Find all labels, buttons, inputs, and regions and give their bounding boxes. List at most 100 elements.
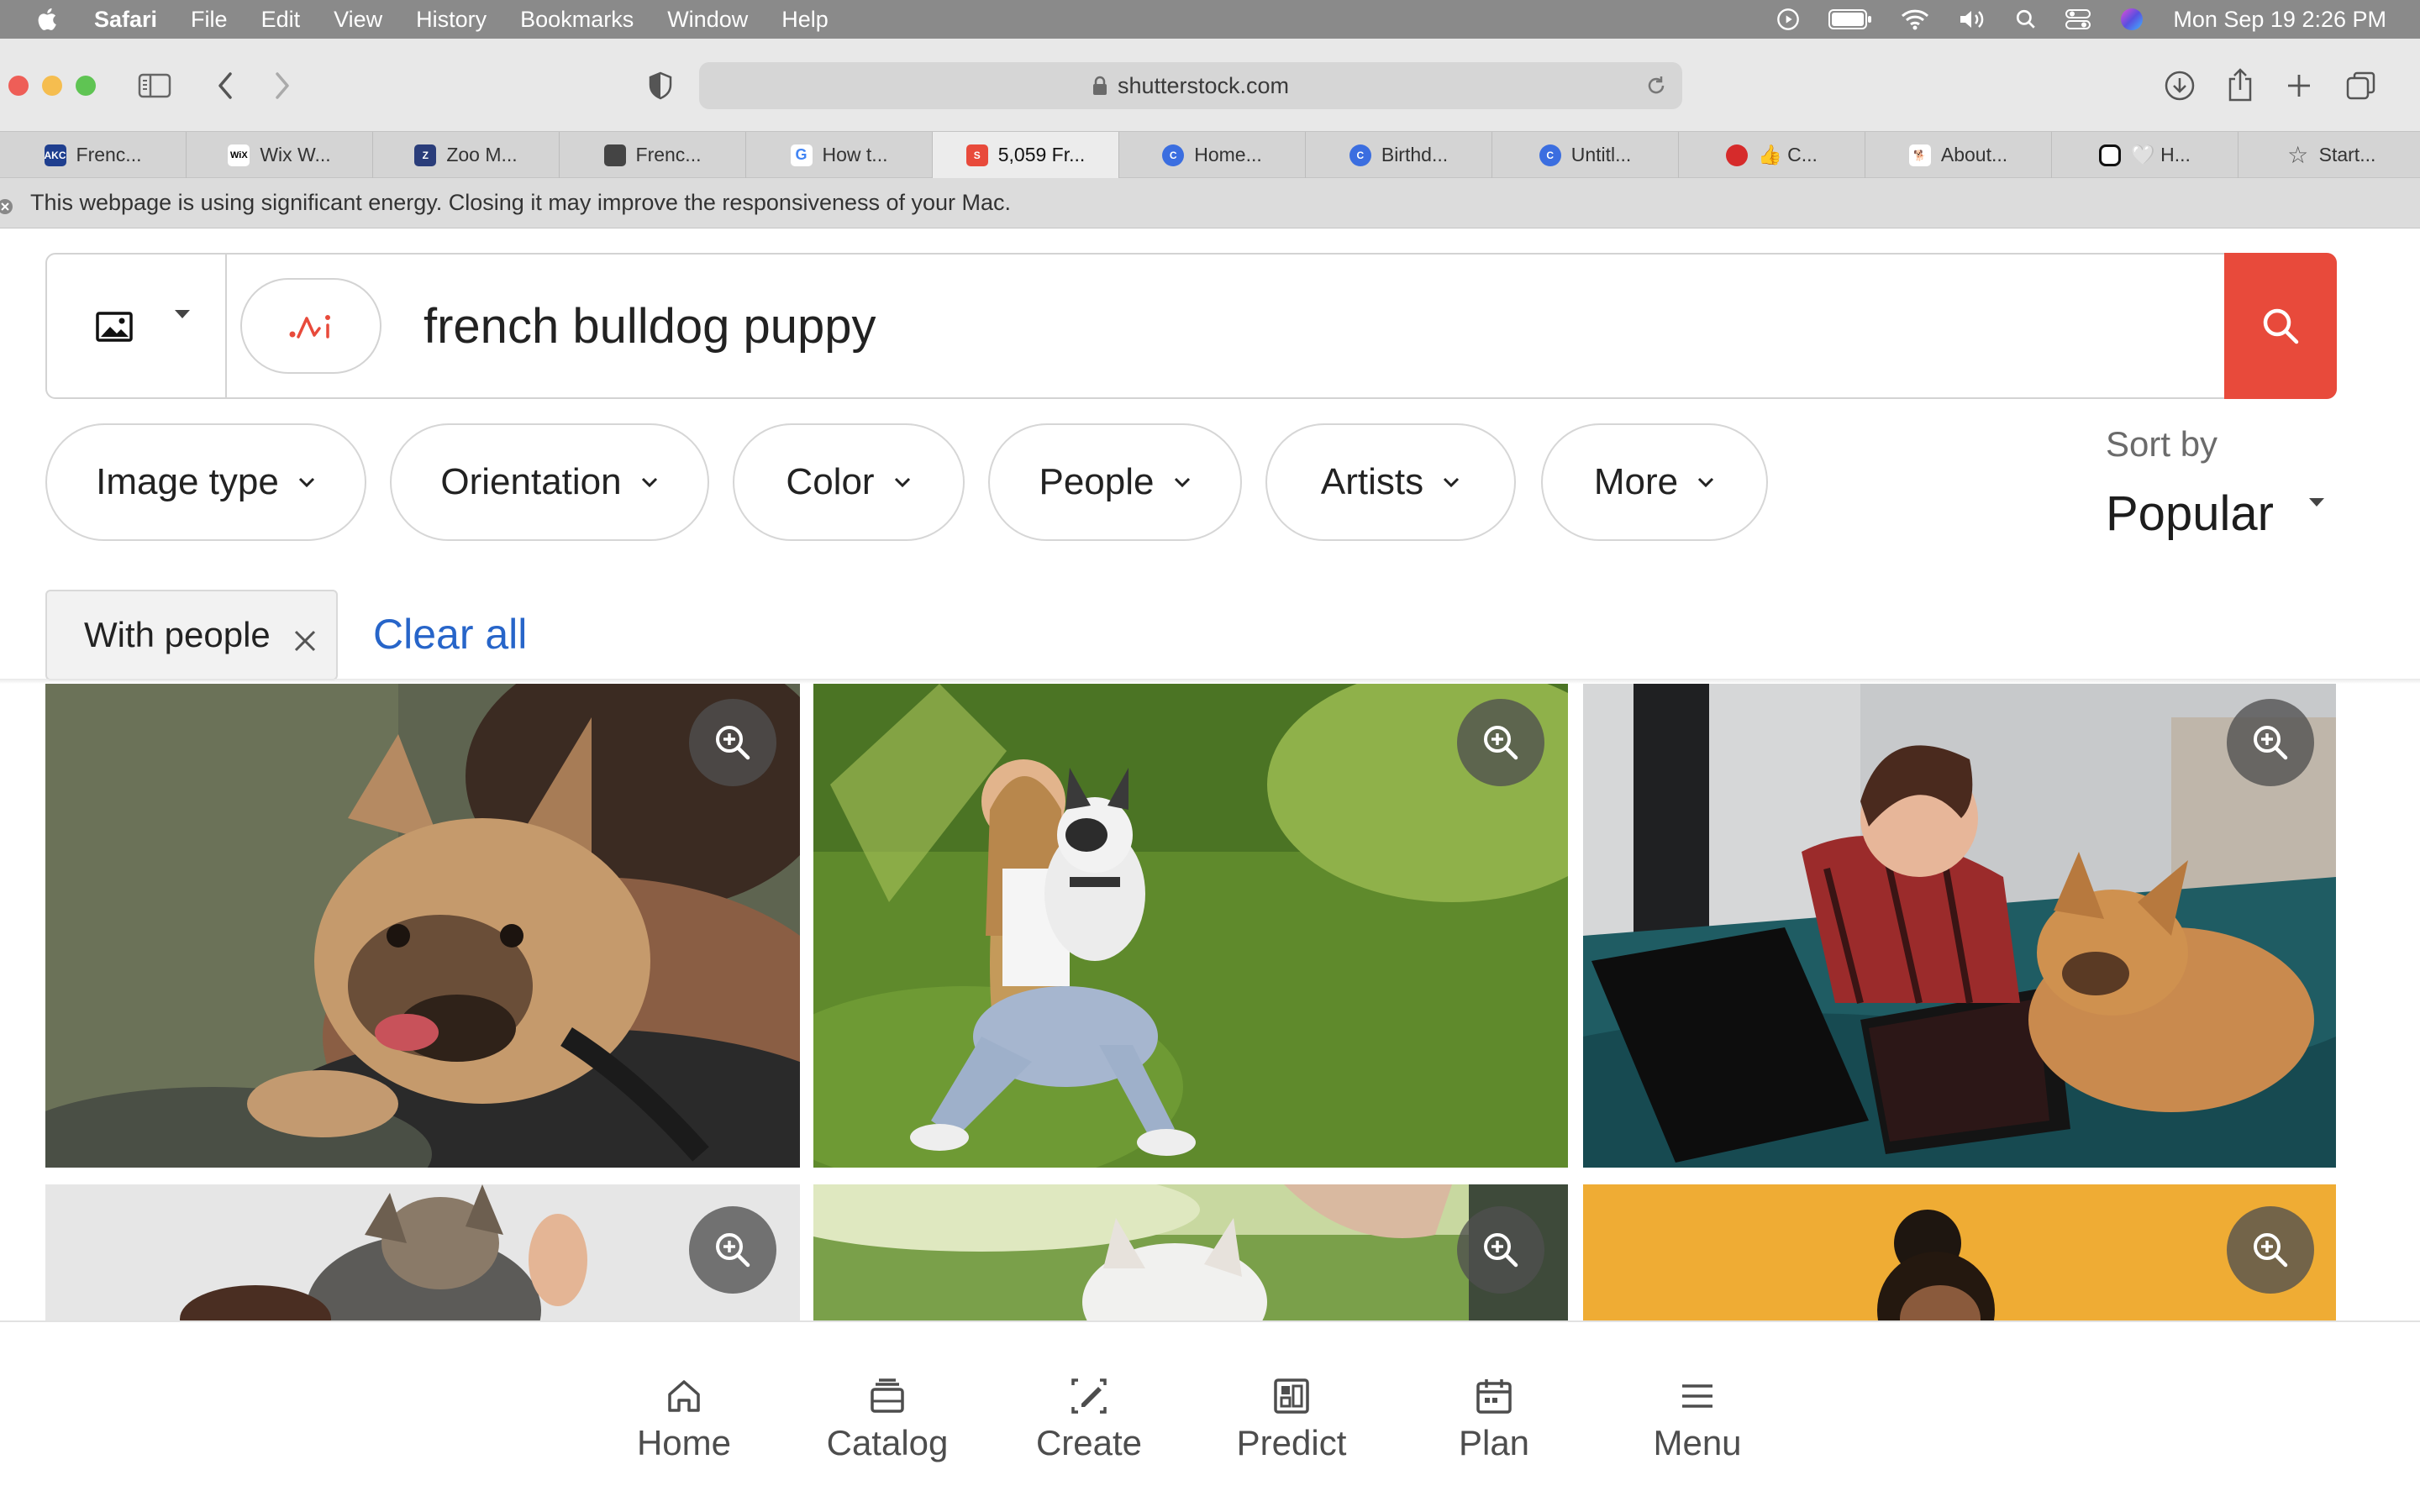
- browser-tab[interactable]: G How t...: [746, 132, 933, 178]
- pin-favicon-icon: [1726, 144, 1749, 166]
- battery-icon[interactable]: [1828, 8, 1872, 30]
- home-icon: [666, 1373, 702, 1420]
- browser-tab[interactable]: C Birthd...: [1306, 132, 1492, 178]
- play-icon[interactable]: [1776, 8, 1800, 31]
- browser-tab[interactable]: 🐕 About...: [1865, 132, 2052, 178]
- share-icon: [2228, 68, 2252, 102]
- chevron-down-icon: [1697, 476, 1715, 488]
- menu-app-name[interactable]: Safari: [94, 7, 157, 33]
- caret-down-icon[interactable]: [2307, 496, 2326, 512]
- search-type-dropdown[interactable]: [47, 255, 227, 397]
- sort-by-label: Sort by: [2106, 424, 2218, 464]
- bottom-navigation: Home Catalog Create Predict Plan Menu: [0, 1320, 2420, 1512]
- photo-woman-dog-grey: [45, 1184, 800, 1320]
- downloads-button[interactable]: [2161, 67, 2198, 104]
- browser-tab-active[interactable]: S 5,059 Fr...: [933, 132, 1119, 178]
- chevron-down-icon: [1173, 476, 1192, 488]
- control-center-icon[interactable]: [2065, 8, 2091, 30]
- nav-predict[interactable]: Predict: [1207, 1373, 1376, 1463]
- tabs-overview-icon: [2346, 71, 2375, 100]
- menu-view[interactable]: View: [334, 7, 382, 33]
- share-button[interactable]: [2222, 66, 2259, 104]
- image-icon: [96, 312, 133, 346]
- active-filter-chip[interactable]: With people: [45, 590, 338, 680]
- filter-color[interactable]: Color: [733, 423, 965, 541]
- search-button[interactable]: [2224, 253, 2337, 399]
- browser-tab[interactable]: Z Zoo M...: [373, 132, 560, 178]
- filter-people[interactable]: People: [988, 423, 1242, 541]
- siri-icon[interactable]: [2119, 7, 2144, 32]
- star-favicon-icon: ☆: [2287, 142, 2309, 168]
- close-banner-icon[interactable]: [0, 195, 13, 221]
- zoom-in-icon: [716, 726, 750, 760]
- menu-clock[interactable]: Mon Sep 19 2:26 PM: [2173, 7, 2386, 33]
- shield-icon: [649, 71, 672, 100]
- window-zoom-button[interactable]: [76, 76, 96, 96]
- filter-orientation[interactable]: Orientation: [390, 423, 709, 541]
- photo-woman-laptop-bulldog: [1583, 684, 2336, 1168]
- image-result[interactable]: [1583, 684, 2336, 1168]
- browser-tab[interactable]: 👍 C...: [1679, 132, 1865, 178]
- image-result[interactable]: [813, 684, 1568, 1168]
- nav-catalog[interactable]: Catalog: [803, 1373, 971, 1463]
- search-icon: [2263, 308, 2299, 344]
- zoom-button[interactable]: [1457, 1206, 1544, 1294]
- menu-edit[interactable]: Edit: [261, 7, 301, 33]
- wifi-icon[interactable]: [1901, 8, 1929, 30]
- new-tab-button[interactable]: [2282, 69, 2316, 102]
- back-button[interactable]: [210, 69, 240, 102]
- nav-plan[interactable]: Plan: [1410, 1373, 1578, 1463]
- remove-filter-icon[interactable]: [292, 622, 318, 662]
- reload-icon[interactable]: [1645, 74, 1667, 103]
- privacy-report-button[interactable]: [645, 69, 676, 102]
- spotlight-icon[interactable]: [2015, 8, 2037, 30]
- menu-help[interactable]: Help: [781, 7, 829, 33]
- search-box: french bulldog puppy: [45, 253, 2337, 399]
- instagram-favicon-icon: [2099, 144, 2122, 166]
- apple-logo-icon[interactable]: [34, 5, 62, 34]
- macos-menu-bar: Safari File Edit View History Bookmarks …: [0, 0, 2420, 39]
- nav-menu[interactable]: Menu: [1613, 1373, 1781, 1463]
- catalog-icon: [869, 1373, 906, 1420]
- tab-overview-button[interactable]: [2343, 67, 2380, 104]
- image-result[interactable]: [45, 684, 800, 1168]
- filter-artists[interactable]: Artists: [1265, 423, 1516, 541]
- menu-file[interactable]: File: [191, 7, 228, 33]
- window-close-button[interactable]: [8, 76, 29, 96]
- nav-home[interactable]: Home: [600, 1373, 768, 1463]
- address-bar[interactable]: shutterstock.com: [699, 62, 1682, 109]
- image-result[interactable]: [1583, 1184, 2336, 1320]
- volume-icon[interactable]: [1958, 8, 1986, 31]
- zoom-button[interactable]: [689, 1206, 776, 1294]
- zoom-button[interactable]: [2227, 1206, 2314, 1294]
- menu-history[interactable]: History: [416, 7, 487, 33]
- browser-tab[interactable]: WiX Wix W...: [187, 132, 373, 178]
- nav-create[interactable]: Create: [1005, 1373, 1173, 1463]
- forward-button[interactable]: [267, 69, 297, 102]
- zoom-button[interactable]: [689, 699, 776, 786]
- image-result[interactable]: [45, 1184, 800, 1320]
- photo-puppy-grass: [813, 1184, 1568, 1320]
- zoom-in-icon: [2254, 726, 2288, 760]
- browser-tab[interactable]: 🤍 H...: [2052, 132, 2238, 178]
- filter-image-type[interactable]: Image type: [45, 423, 366, 541]
- browser-tab[interactable]: C Untitl...: [1492, 132, 1679, 178]
- browser-tab[interactable]: Frenc...: [560, 132, 746, 178]
- browser-tab[interactable]: C Home...: [1119, 132, 1306, 178]
- cube-favicon-icon: [603, 144, 626, 166]
- chevron-down-icon: [297, 476, 316, 488]
- image-result[interactable]: [813, 1184, 1568, 1320]
- window-minimize-button[interactable]: [42, 76, 62, 96]
- browser-tab[interactable]: AKC Frenc...: [0, 132, 187, 178]
- clear-all-link[interactable]: Clear all: [373, 610, 527, 659]
- ai-search-button[interactable]: [240, 278, 381, 374]
- sidebar-toggle-button[interactable]: [136, 71, 173, 101]
- zoom-button[interactable]: [1457, 699, 1544, 786]
- menu-window[interactable]: Window: [667, 7, 748, 33]
- browser-tab[interactable]: ☆ Start...: [2238, 132, 2420, 178]
- menu-bookmarks[interactable]: Bookmarks: [520, 7, 634, 33]
- search-input[interactable]: french bulldog puppy: [424, 298, 876, 354]
- filter-more[interactable]: More: [1541, 423, 1768, 541]
- zoom-button[interactable]: [2227, 699, 2314, 786]
- sort-dropdown[interactable]: Popular: [2106, 486, 2274, 542]
